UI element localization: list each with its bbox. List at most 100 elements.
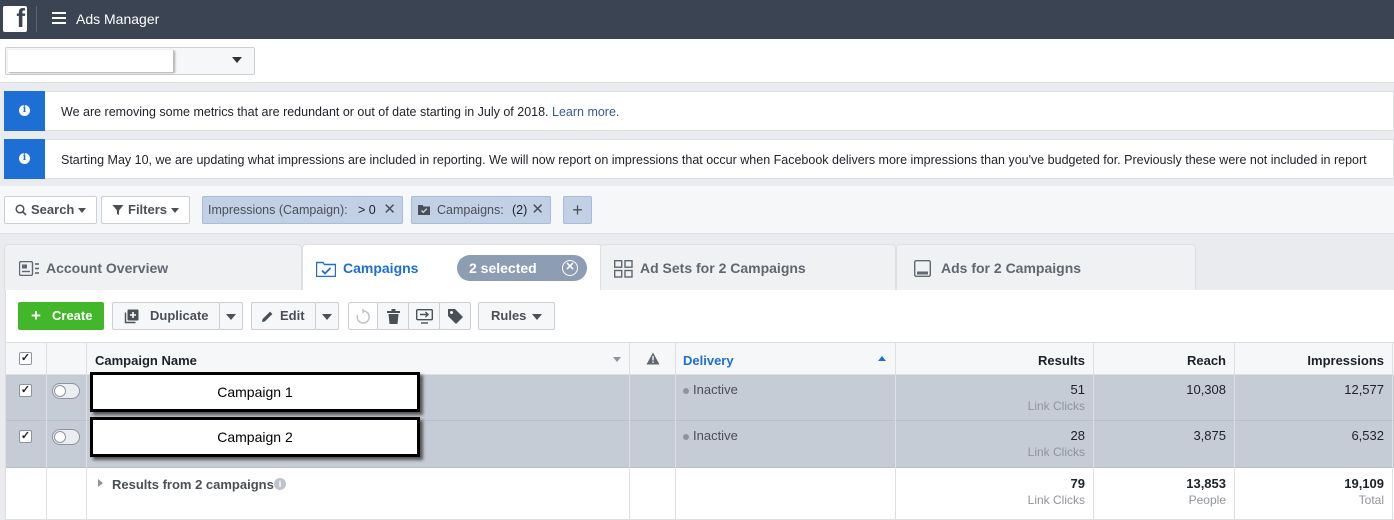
filter-funnel-icon xyxy=(112,205,124,215)
summary-label: Results from 2 campaigns xyxy=(112,477,274,492)
filter-bar: Search Filters Impressions (Campaign): >… xyxy=(0,186,1394,234)
tag-button[interactable] xyxy=(439,302,471,330)
rules-label: Rules xyxy=(491,308,527,323)
add-filter-button[interactable]: + xyxy=(563,196,592,224)
campaign-toggle[interactable] xyxy=(52,383,80,399)
info-icon[interactable]: i xyxy=(274,478,286,490)
filter-chip-impressions[interactable]: Impressions (Campaign): > 0 ✕ xyxy=(202,196,403,224)
ab-test-icon xyxy=(416,309,433,324)
filters-button[interactable]: Filters xyxy=(101,196,190,224)
rules-button[interactable]: Rules xyxy=(478,302,555,330)
duplicate-button[interactable]: Duplicate xyxy=(112,302,220,330)
ads-icon xyxy=(914,260,931,277)
column-divider xyxy=(1234,342,1235,520)
column-divider xyxy=(895,342,896,520)
column-divider xyxy=(675,342,676,520)
campaign-name[interactable]: Campaign 1 xyxy=(90,372,420,412)
impressions-value: 6,532 xyxy=(1351,428,1384,443)
filters-label: Filters xyxy=(128,202,168,217)
column-divider xyxy=(86,342,87,520)
account-name-redacted xyxy=(8,50,174,72)
create-button[interactable]: + Create xyxy=(18,302,104,330)
delete-button[interactable] xyxy=(377,302,409,330)
search-icon xyxy=(15,204,27,216)
chip-label: Impressions (Campaign): xyxy=(208,203,348,217)
column-impressions[interactable]: Impressions xyxy=(1307,353,1384,368)
app-title: Ads Manager xyxy=(76,11,160,27)
tab-label: Campaigns xyxy=(343,260,419,276)
column-options-icon[interactable] xyxy=(613,357,621,362)
learn-more-link[interactable]: Learn more. xyxy=(552,105,619,119)
column-divider xyxy=(46,342,47,520)
facebook-logo[interactable]: f xyxy=(3,3,27,33)
status-dot xyxy=(683,387,689,394)
edit-options-button[interactable] xyxy=(315,302,339,330)
ad-sets-grid-icon xyxy=(614,260,633,278)
row-checkbox[interactable]: ✓ xyxy=(19,384,32,397)
tag-icon xyxy=(448,309,463,324)
column-campaign-name[interactable]: Campaign Name xyxy=(95,353,197,368)
duplicate-options-button[interactable] xyxy=(219,302,243,330)
chip-label: Campaigns: xyxy=(437,203,504,217)
campaign-toggle[interactable] xyxy=(52,429,80,445)
delivery-status: Inactive xyxy=(683,428,738,443)
account-overview-icon xyxy=(19,261,39,276)
column-divider xyxy=(1093,342,1094,520)
chevron-down-icon xyxy=(226,314,236,320)
delivery-status: Inactive xyxy=(683,382,738,397)
results-type: Link Clicks xyxy=(1027,399,1085,413)
chevron-down-icon xyxy=(78,208,86,213)
clear-selection-icon[interactable]: ✕ xyxy=(562,260,578,276)
notice-metrics-removal: i We are removing some metrics that are … xyxy=(4,91,1394,131)
info-icon: i xyxy=(4,91,45,131)
sort-ascending-icon xyxy=(878,356,886,361)
refresh-icon xyxy=(356,309,370,324)
tab-ads[interactable]: Ads for 2 Campaigns xyxy=(896,244,1196,290)
column-divider xyxy=(1392,342,1393,520)
close-icon[interactable]: ✕ xyxy=(383,197,396,223)
campaign-folder-icon xyxy=(316,261,336,277)
duplicate-label: Duplicate xyxy=(150,308,209,323)
hamburger-icon[interactable] xyxy=(52,12,66,25)
tab-label: Ad Sets for 2 Campaigns xyxy=(640,260,806,276)
summary-results-value: 79 xyxy=(1070,476,1085,491)
tab-account-overview[interactable]: Account Overview xyxy=(4,244,302,290)
column-results[interactable]: Results xyxy=(1038,353,1085,368)
column-reach[interactable]: Reach xyxy=(1187,353,1226,368)
campaign-name[interactable]: Campaign 2 xyxy=(90,417,420,457)
close-icon[interactable]: ✕ xyxy=(531,197,544,223)
edit-button[interactable]: Edit xyxy=(251,302,316,330)
notice-text: Starting May 10, we are updating what im… xyxy=(61,153,1367,167)
notice-impressions-update: i Starting May 10, we are updating what … xyxy=(4,139,1394,179)
results-value: 51 xyxy=(1070,382,1085,397)
account-selector-row xyxy=(0,39,1394,83)
chip-value: > 0 xyxy=(358,203,376,217)
summary-reach-value: 13,853 xyxy=(1186,476,1226,491)
summary-impressions-type: Total xyxy=(1358,493,1384,507)
row-checkbox[interactable]: ✓ xyxy=(19,430,32,443)
filter-chip-campaigns[interactable]: Campaigns: (2) ✕ xyxy=(411,196,551,224)
search-button[interactable]: Search xyxy=(4,196,97,224)
campaigns-table: ✓ Campaign Name Delivery Results Reach I… xyxy=(5,342,1394,520)
table-row[interactable]: ✓ Campaign 2 Inactive 28 Link Clicks 3,8… xyxy=(6,417,1394,468)
table-row[interactable]: ✓ Campaign 1 Inactive 51 Link Clicks 10,… xyxy=(6,372,1394,421)
results-type: Link Clicks xyxy=(1027,445,1085,459)
expand-triangle-icon[interactable] xyxy=(98,479,103,487)
table-header: ✓ Campaign Name Delivery Results Reach I… xyxy=(6,342,1394,375)
reach-value: 10,308 xyxy=(1186,382,1226,397)
refresh-button[interactable] xyxy=(348,302,378,330)
impressions-value: 12,577 xyxy=(1344,382,1384,397)
account-select[interactable] xyxy=(5,47,255,75)
level-tabs: Account Overview Campaigns 2 selected ✕ … xyxy=(0,234,1394,292)
duplicate-icon xyxy=(124,309,139,324)
notice-text: We are removing some metrics that are re… xyxy=(61,105,619,119)
notice-message: We are removing some metrics that are re… xyxy=(61,105,552,119)
chevron-down-icon xyxy=(532,314,542,320)
column-divider xyxy=(629,342,630,520)
tab-ad-sets[interactable]: Ad Sets for 2 Campaigns xyxy=(600,244,896,290)
ab-test-button[interactable] xyxy=(408,302,440,330)
selected-count-badge[interactable]: 2 selected ✕ xyxy=(457,255,587,281)
chevron-down-icon xyxy=(232,57,242,63)
column-delivery[interactable]: Delivery xyxy=(683,353,734,368)
select-all-checkbox[interactable]: ✓ xyxy=(19,352,32,365)
